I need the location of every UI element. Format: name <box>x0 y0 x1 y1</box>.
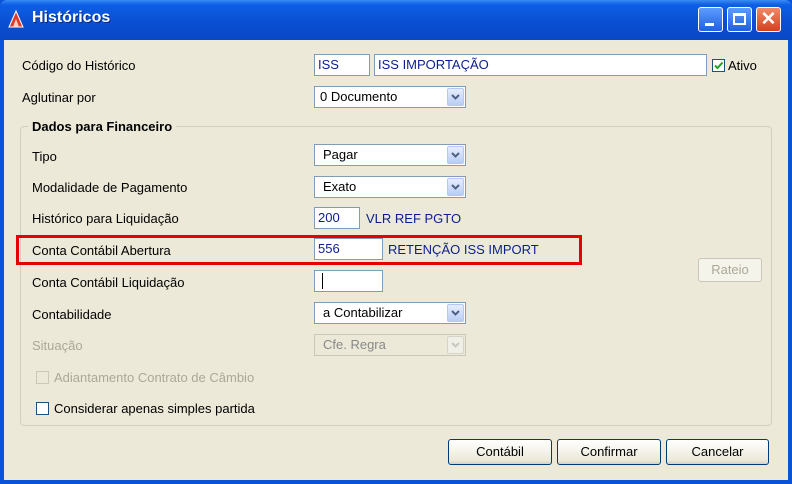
contabilidade-dropdown-button[interactable] <box>447 304 464 322</box>
aglutinar-dropdown-button[interactable] <box>447 88 464 106</box>
tipo-dropdown-button[interactable] <box>447 146 464 164</box>
modalidade-label: Modalidade de Pagamento <box>32 180 188 195</box>
situacao-dropdown-button[interactable] <box>447 336 464 354</box>
checkmark-icon <box>714 61 724 70</box>
chevron-down-icon <box>451 310 460 316</box>
modalidade-select[interactable]: Exato <box>314 176 466 198</box>
modalidade-dropdown-button[interactable] <box>447 178 464 196</box>
ativo-checkbox[interactable] <box>712 59 725 72</box>
considerar-checkbox[interactable] <box>36 402 49 415</box>
contabilidade-label: Contabilidade <box>32 307 112 322</box>
minimize-icon <box>705 23 714 26</box>
chevron-down-icon <box>451 152 460 158</box>
maximize-button[interactable] <box>727 7 752 32</box>
situacao-select[interactable]: Cfe. Regra <box>314 334 466 356</box>
adiantamento-label: Adiantamento Contrato de Câmbio <box>54 370 255 385</box>
historico-liquidacao-desc: VLR REF PGTO <box>366 211 462 226</box>
situacao-label: Situação <box>32 338 83 353</box>
cancelar-button[interactable]: Cancelar <box>666 439 769 465</box>
codigo-input[interactable]: ISS <box>314 54 370 76</box>
modalidade-value: Exato <box>323 179 357 194</box>
tipo-label: Tipo <box>32 149 57 164</box>
codigo-label: Código do Histórico <box>22 58 136 73</box>
close-button[interactable]: ✕ <box>756 7 781 32</box>
considerar-label: Considerar apenas simples partida <box>54 401 255 416</box>
minimize-button[interactable] <box>698 7 723 32</box>
descricao-input[interactable]: ISS IMPORTAÇÃO <box>374 54 707 76</box>
aglutinar-label: Aglutinar por <box>22 90 96 105</box>
financeiro-group-title: Dados para Financeiro <box>28 119 177 134</box>
contabilidade-select[interactable]: a Contabilizar <box>314 302 466 324</box>
historico-liquidacao-label: Histórico para Liquidação <box>32 211 179 226</box>
text-caret <box>322 273 323 289</box>
dialog-client-area: Código do Histórico ISS ISS IMPORTAÇÃO A… <box>4 40 788 480</box>
aglutinar-value: 0 Documento <box>320 89 398 104</box>
window-title: Históricos <box>32 9 111 26</box>
contabilidade-value: a Contabilizar <box>323 305 403 320</box>
ativo-label: Ativo <box>728 58 757 73</box>
situacao-value: Cfe. Regra <box>323 337 386 352</box>
conta-liquidacao-label: Conta Contábil Liquidação <box>32 275 185 290</box>
rateio-button[interactable]: Rateio <box>698 258 762 282</box>
adiantamento-checkbox[interactable] <box>36 371 49 384</box>
close-icon: ✕ <box>760 9 777 30</box>
chevron-down-icon <box>451 342 460 348</box>
chevron-down-icon <box>451 184 460 190</box>
tipo-value: Pagar <box>323 147 358 162</box>
maximize-icon <box>733 13 746 25</box>
aglutinar-select[interactable]: 0 Documento <box>314 86 466 108</box>
chevron-down-icon <box>451 94 460 100</box>
contabil-button[interactable]: Contábil <box>448 439 552 465</box>
highlight-box <box>16 235 582 265</box>
historicos-window: Históricos ✕ Código do Histórico ISS ISS… <box>0 0 792 484</box>
tipo-select[interactable]: Pagar <box>314 144 466 166</box>
confirmar-button[interactable]: Confirmar <box>557 439 661 465</box>
title-bar[interactable]: Históricos ✕ <box>0 0 792 40</box>
conta-liquidacao-input[interactable] <box>314 270 383 292</box>
app-icon <box>8 9 24 28</box>
historico-liquidacao-input[interactable]: 200 <box>314 207 360 229</box>
